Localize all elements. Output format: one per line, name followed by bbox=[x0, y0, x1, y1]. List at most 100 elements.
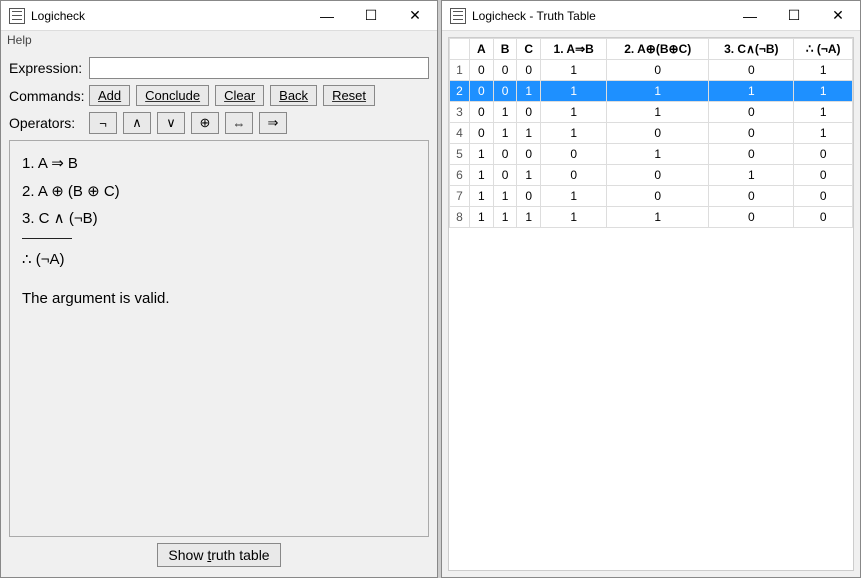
row-number: 4 bbox=[450, 123, 470, 144]
cell: 0 bbox=[607, 123, 709, 144]
op-and-button[interactable]: ∧ bbox=[123, 112, 151, 134]
close-button[interactable]: ✕ bbox=[393, 1, 437, 30]
cell: 1 bbox=[794, 123, 853, 144]
cell: 0 bbox=[607, 60, 709, 81]
truth-table: ABC1. A⇒B2. A⊕(B⊕C)3. C∧(¬B)∴ (¬A) 10001… bbox=[449, 38, 853, 228]
add-button[interactable]: Add bbox=[89, 85, 130, 106]
cell: 1 bbox=[607, 144, 709, 165]
op-iff-button[interactable]: ⇔ bbox=[225, 112, 253, 134]
titlebar: Logicheck — ☐ ✕ bbox=[1, 1, 437, 31]
column-header: ∴ (¬A) bbox=[794, 39, 853, 60]
cell: 1 bbox=[541, 60, 607, 81]
commands-label: Commands: bbox=[9, 88, 89, 104]
cell: 1 bbox=[470, 207, 494, 228]
row-number: 6 bbox=[450, 165, 470, 186]
row-number: 3 bbox=[450, 102, 470, 123]
cell: 0 bbox=[470, 81, 494, 102]
close-button[interactable]: ✕ bbox=[816, 1, 860, 30]
verdict-text: The argument is valid. bbox=[22, 286, 416, 312]
cell: 0 bbox=[607, 165, 709, 186]
table-row[interactable]: 40111001 bbox=[450, 123, 853, 144]
premise-line: 3. C ∧ (¬B) bbox=[22, 206, 416, 232]
premise-line: 1. A ⇒ B bbox=[22, 151, 416, 177]
show-truth-suffix: ruth table bbox=[211, 547, 269, 563]
menu-help[interactable]: Help bbox=[7, 33, 32, 47]
column-header: C bbox=[517, 39, 541, 60]
cell: 1 bbox=[517, 207, 541, 228]
cell: 0 bbox=[709, 144, 794, 165]
cell: 1 bbox=[607, 81, 709, 102]
operators-label: Operators: bbox=[9, 115, 89, 131]
table-row[interactable]: 61010010 bbox=[450, 165, 853, 186]
cell: 1 bbox=[493, 207, 517, 228]
cell: 0 bbox=[794, 186, 853, 207]
cell: 0 bbox=[470, 123, 494, 144]
cell: 0 bbox=[493, 165, 517, 186]
table-row[interactable]: 10001001 bbox=[450, 60, 853, 81]
cell: 0 bbox=[709, 186, 794, 207]
cell: 1 bbox=[470, 165, 494, 186]
reset-button[interactable]: Reset bbox=[323, 85, 375, 106]
cell: 0 bbox=[794, 165, 853, 186]
op-not-button[interactable]: ¬ bbox=[89, 112, 117, 134]
row-number: 1 bbox=[450, 60, 470, 81]
back-button[interactable]: Back bbox=[270, 85, 317, 106]
cell: 1 bbox=[541, 81, 607, 102]
column-header: 2. A⊕(B⊕C) bbox=[607, 39, 709, 60]
op-xor-button[interactable]: ⊕ bbox=[191, 112, 219, 134]
table-row[interactable]: 81111100 bbox=[450, 207, 853, 228]
cell: 0 bbox=[794, 207, 853, 228]
app-icon bbox=[450, 8, 466, 24]
cell: 0 bbox=[709, 123, 794, 144]
clear-button[interactable]: Clear bbox=[215, 85, 264, 106]
cell: 0 bbox=[470, 102, 494, 123]
cell: 1 bbox=[517, 165, 541, 186]
cell: 1 bbox=[517, 81, 541, 102]
body: Expression: Commands: Add Conclude Clear… bbox=[1, 53, 437, 577]
op-or-button[interactable]: ∨ bbox=[157, 112, 185, 134]
table-row[interactable]: 20011111 bbox=[450, 81, 853, 102]
cell: 1 bbox=[541, 102, 607, 123]
show-truth-table-button[interactable]: Show truth table bbox=[157, 543, 280, 567]
expression-label: Expression: bbox=[9, 60, 89, 76]
table-row[interactable]: 71101000 bbox=[450, 186, 853, 207]
table-row[interactable]: 30101101 bbox=[450, 102, 853, 123]
minimize-button[interactable]: — bbox=[305, 1, 349, 30]
maximize-button[interactable]: ☐ bbox=[349, 1, 393, 30]
cell: 0 bbox=[517, 186, 541, 207]
cell: 1 bbox=[493, 102, 517, 123]
row-number: 8 bbox=[450, 207, 470, 228]
row-number-header bbox=[450, 39, 470, 60]
cell: 0 bbox=[709, 102, 794, 123]
cell: 0 bbox=[517, 60, 541, 81]
row-number: 5 bbox=[450, 144, 470, 165]
cell: 1 bbox=[607, 207, 709, 228]
cell: 1 bbox=[709, 81, 794, 102]
window-controls: — ☐ ✕ bbox=[728, 1, 860, 30]
op-imp-button[interactable]: ⇒ bbox=[259, 112, 287, 134]
window-title: Logicheck bbox=[31, 9, 305, 23]
cell: 0 bbox=[493, 144, 517, 165]
cell: 1 bbox=[493, 186, 517, 207]
cell: 0 bbox=[541, 165, 607, 186]
conclude-button[interactable]: Conclude bbox=[136, 85, 209, 106]
expression-input[interactable] bbox=[89, 57, 429, 79]
cell: 0 bbox=[607, 186, 709, 207]
cell: 0 bbox=[709, 60, 794, 81]
row-number: 7 bbox=[450, 186, 470, 207]
cell: 0 bbox=[794, 144, 853, 165]
cell: 1 bbox=[493, 123, 517, 144]
cell: 1 bbox=[470, 144, 494, 165]
titlebar: Logicheck - Truth Table — ☐ ✕ bbox=[442, 1, 860, 31]
menubar: Help bbox=[1, 31, 437, 53]
divider-line bbox=[22, 238, 72, 239]
table-row[interactable]: 51000100 bbox=[450, 144, 853, 165]
cell: 1 bbox=[794, 102, 853, 123]
minimize-button[interactable]: — bbox=[728, 1, 772, 30]
window-title: Logicheck - Truth Table bbox=[472, 9, 728, 23]
maximize-button[interactable]: ☐ bbox=[772, 1, 816, 30]
premise-line: 2. A ⊕ (B ⊕ C) bbox=[22, 179, 416, 205]
cell: 0 bbox=[470, 60, 494, 81]
cell: 1 bbox=[794, 81, 853, 102]
column-header: A bbox=[470, 39, 494, 60]
